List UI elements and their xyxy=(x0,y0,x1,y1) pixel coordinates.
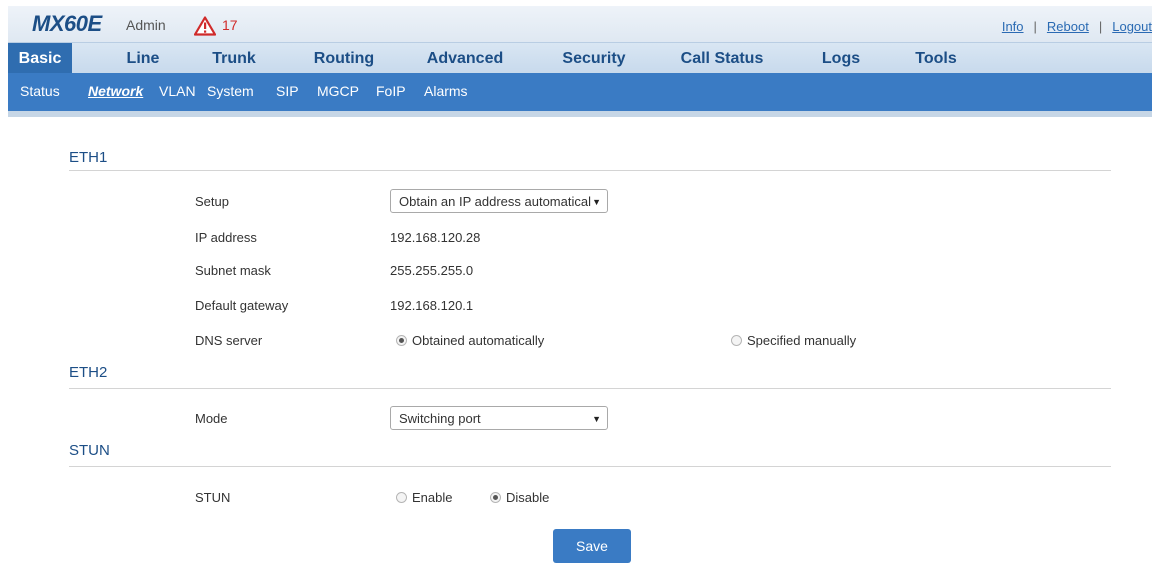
subtab-mgcp[interactable]: MGCP xyxy=(317,73,359,111)
tab-trunk[interactable]: Trunk xyxy=(204,43,264,74)
section-title-eth1: ETH1 xyxy=(69,149,108,166)
reboot-link[interactable]: Reboot xyxy=(1047,19,1089,34)
subtab-vlan[interactable]: VLAN xyxy=(159,73,196,111)
default-gateway-label: Default gateway xyxy=(195,298,289,313)
separator: | xyxy=(1033,19,1037,34)
tab-security[interactable]: Security xyxy=(554,43,634,74)
subtab-sip[interactable]: SIP xyxy=(276,73,299,111)
section-divider xyxy=(69,170,1111,171)
save-button[interactable]: Save xyxy=(553,529,631,563)
radio-unchecked-icon xyxy=(396,492,407,503)
mode-select-value: Switching port xyxy=(399,411,481,426)
dns-manual-radio[interactable]: Specified manually xyxy=(731,333,856,348)
sub-nav: Status Network VLAN System SIP MGCP FoIP… xyxy=(8,73,1152,111)
radio-checked-icon xyxy=(396,335,407,346)
dns-auto-label: Obtained automatically xyxy=(412,333,545,348)
dns-manual-label: Specified manually xyxy=(747,333,857,348)
subtab-foip[interactable]: FoIP xyxy=(376,73,406,111)
subtab-system[interactable]: System xyxy=(207,73,254,111)
section-title-eth2: ETH2 xyxy=(69,364,108,381)
tab-line[interactable]: Line xyxy=(118,43,168,74)
section-title-stun: STUN xyxy=(69,442,110,459)
info-link[interactable]: Info xyxy=(1002,19,1024,34)
tab-basic[interactable]: Basic xyxy=(8,43,72,74)
subnet-mask-value: 255.255.255.0 xyxy=(390,263,474,278)
top-bar: MX60E Admin 17 Info | Reboot | Logout xyxy=(8,6,1152,42)
section-divider xyxy=(69,388,1111,389)
ip-address-label: IP address xyxy=(195,230,257,245)
subtab-status[interactable]: Status xyxy=(20,73,60,111)
tab-routing[interactable]: Routing xyxy=(304,43,384,74)
alarm-count[interactable]: 17 xyxy=(222,17,238,33)
stun-disable-radio[interactable]: Disable xyxy=(490,490,549,505)
stun-label: STUN xyxy=(195,490,231,505)
dns-auto-radio[interactable]: Obtained automatically xyxy=(396,333,544,348)
setup-select[interactable]: Obtain an IP address automatically ▼ xyxy=(390,189,608,213)
subtab-alarms[interactable]: Alarms xyxy=(424,73,468,111)
page: MX60E Admin 17 Info | Reboot | Logout Basic … xyxy=(8,6,1152,567)
stun-enable-radio[interactable]: Enable xyxy=(396,490,452,505)
tab-tools[interactable]: Tools xyxy=(906,43,966,74)
tab-advanced[interactable]: Advanced xyxy=(420,43,510,74)
tab-logs[interactable]: Logs xyxy=(816,43,866,74)
setup-label: Setup xyxy=(195,194,229,209)
radio-unchecked-icon xyxy=(731,335,742,346)
main-nav: Basic Line Trunk Routing Advanced Securi… xyxy=(8,42,1152,74)
subnet-mask-label: Subnet mask xyxy=(195,263,271,278)
stun-disable-label: Disable xyxy=(506,490,550,505)
warning-icon[interactable] xyxy=(194,16,216,36)
chevron-down-icon: ▼ xyxy=(592,197,601,207)
stun-enable-label: Enable xyxy=(412,490,453,505)
dns-server-label: DNS server xyxy=(195,333,263,348)
logout-link[interactable]: Logout xyxy=(1112,19,1152,34)
logo: MX60E xyxy=(32,11,102,36)
section-divider xyxy=(69,466,1111,467)
default-gateway-value: 192.168.120.1 xyxy=(390,298,474,313)
radio-checked-icon xyxy=(490,492,501,503)
setup-select-value: Obtain an IP address automatically xyxy=(399,194,591,209)
nav-underline xyxy=(8,111,1152,117)
current-user: Admin xyxy=(126,17,166,33)
mode-select[interactable]: Switching port ▼ xyxy=(390,406,608,430)
chevron-down-icon: ▼ xyxy=(592,414,601,424)
mode-label: Mode xyxy=(195,411,228,426)
top-links: Info | Reboot | Logout xyxy=(1002,19,1152,34)
tab-call-status[interactable]: Call Status xyxy=(672,43,772,74)
subtab-network[interactable]: Network xyxy=(88,73,143,111)
separator: | xyxy=(1098,19,1103,34)
ip-address-value: 192.168.120.28 xyxy=(390,230,481,245)
